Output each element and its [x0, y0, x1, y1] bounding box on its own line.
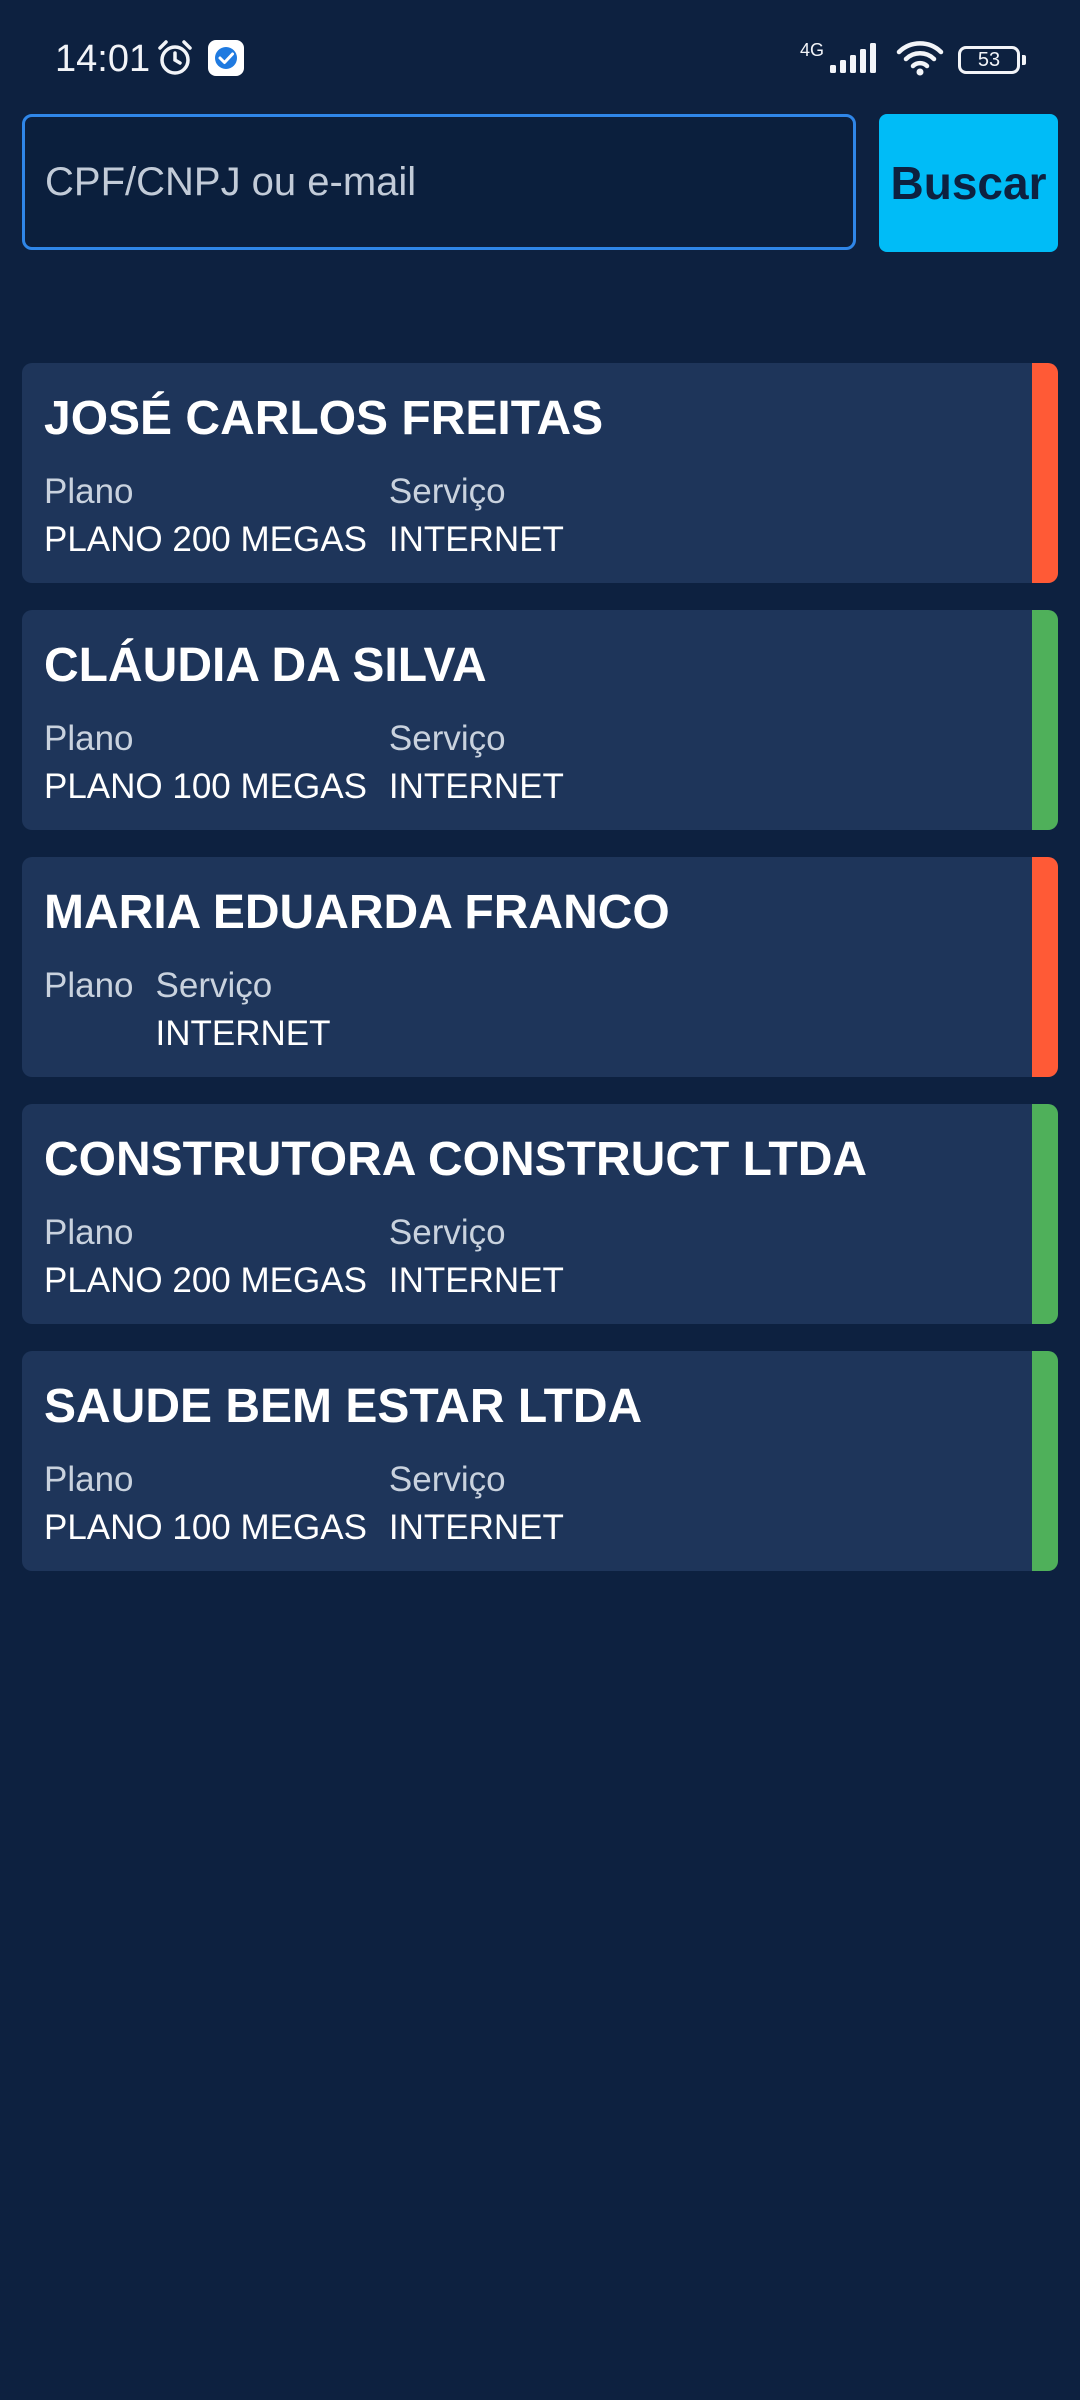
service-value: INTERNET [155, 1014, 331, 1053]
customer-card[interactable]: SAUDE BEM ESTAR LTDA Plano PLANO 100 MEG… [22, 1351, 1058, 1571]
plan-value: PLANO 200 MEGAS [44, 520, 367, 559]
plan-label: Plano [44, 719, 134, 758]
plan-label: Plano [44, 472, 134, 511]
signal-icon [828, 41, 882, 80]
status-indicator [1032, 610, 1058, 830]
customer-card[interactable]: JOSÉ CARLOS FREITAS Plano PLANO 200 MEGA… [22, 363, 1058, 583]
customer-details: Plano PLANO 100 MEGAS Serviço INTERNET [44, 715, 564, 811]
customer-name: CONSTRUTORA CONSTRUCT LTDA [44, 1133, 868, 1186]
customer-card[interactable]: CLÁUDIA DA SILVA Plano PLANO 100 MEGAS S… [22, 610, 1058, 830]
service-value: INTERNET [388, 767, 564, 806]
status-indicator [1032, 363, 1058, 583]
service-column: Serviço INTERNET [389, 468, 564, 564]
status-time: 14:01 [55, 38, 151, 80]
plan-value: PLANO 200 MEGAS [44, 1261, 367, 1300]
plan-label: Plano [44, 1460, 134, 1499]
plan-label: Plano [44, 966, 134, 1005]
customer-name: JOSÉ CARLOS FREITAS [44, 392, 604, 445]
customer-details: Plano PLANO 100 MEGAS Serviço INTERNET [44, 1456, 564, 1552]
plan-value: PLANO 100 MEGAS [44, 1508, 367, 1547]
service-value: INTERNET [388, 1261, 564, 1300]
plan-column: Plano PLANO 200 MEGAS [44, 1209, 367, 1305]
customer-details: Plano PLANO 200 MEGAS Serviço INTERNET [44, 1209, 564, 1305]
service-label: Serviço [388, 472, 506, 511]
customer-card[interactable]: MARIA EDUARDA FRANCO Plano Serviço INTER… [22, 857, 1058, 1077]
service-column: Serviço INTERNET [389, 1456, 564, 1552]
service-value: INTERNET [388, 520, 564, 559]
service-label: Serviço [388, 1460, 506, 1499]
status-indicator [1032, 857, 1058, 1077]
status-bar: 14:01 4G 53 [0, 0, 1080, 110]
search-input[interactable] [22, 114, 856, 250]
search-button[interactable]: Buscar [879, 114, 1058, 252]
service-label: Serviço [388, 1213, 506, 1252]
service-value: INTERNET [388, 1508, 564, 1547]
plan-value: PLANO 100 MEGAS [44, 767, 367, 806]
customer-details: Plano PLANO 200 MEGAS Serviço INTERNET [44, 468, 564, 564]
alarm-clock-icon [155, 38, 195, 78]
network-type: 4G [799, 40, 824, 60]
customer-name: MARIA EDUARDA FRANCO [44, 886, 670, 939]
customer-card[interactable]: CONSTRUTORA CONSTRUCT LTDA Plano PLANO 2… [22, 1104, 1058, 1324]
status-indicator [1032, 1104, 1058, 1324]
task-app-icon [208, 40, 244, 76]
plan-column: Plano PLANO 100 MEGAS [44, 1456, 367, 1552]
service-column: Serviço INTERNET [389, 715, 564, 811]
search-bar: Buscar [22, 114, 1058, 252]
plan-label: Plano [44, 1213, 134, 1252]
battery-icon: 53 [958, 46, 1026, 74]
wifi-icon [896, 40, 944, 81]
customer-details: Plano Serviço INTERNET [44, 962, 331, 1058]
plan-column: Plano PLANO 100 MEGAS [44, 715, 367, 811]
customer-name: CLÁUDIA DA SILVA [44, 639, 487, 692]
customer-name: SAUDE BEM ESTAR LTDA [44, 1380, 643, 1433]
status-indicator [1032, 1351, 1058, 1571]
battery-level: 53 [977, 48, 1001, 71]
status-indicators: 4G 53 [799, 38, 1026, 82]
customer-list: JOSÉ CARLOS FREITAS Plano PLANO 200 MEGA… [22, 363, 1058, 1598]
plan-column: Plano [44, 962, 134, 1058]
service-label: Serviço [155, 966, 273, 1005]
plan-column: Plano PLANO 200 MEGAS [44, 468, 367, 564]
service-column: Serviço INTERNET [156, 962, 331, 1058]
service-column: Serviço INTERNET [389, 1209, 564, 1305]
service-label: Serviço [388, 719, 506, 758]
